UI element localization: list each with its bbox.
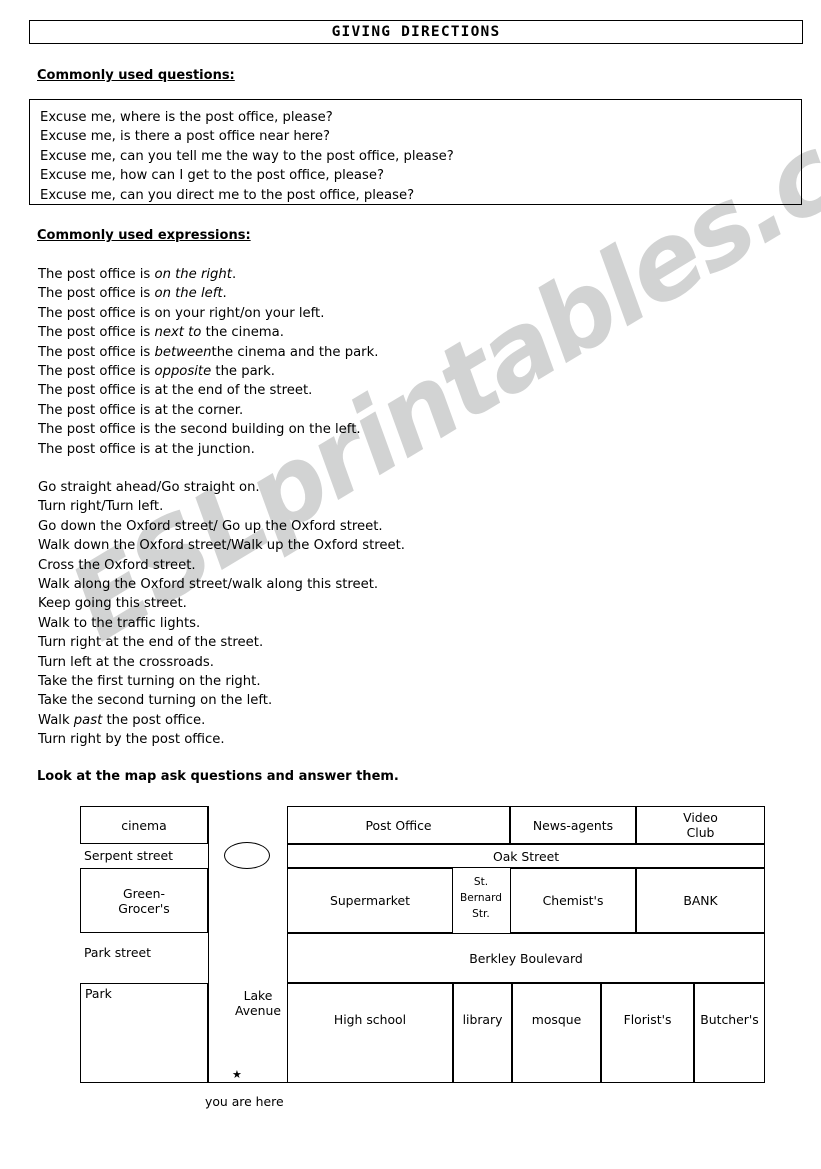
expression-line: Turn right/Turn left. xyxy=(38,499,164,515)
page-title: GIVING DIRECTIONS xyxy=(331,24,501,40)
map-street-park-street: Park street xyxy=(84,945,151,960)
map-label: News-agents xyxy=(532,817,614,833)
map-label: High school xyxy=(333,1011,407,1027)
map-building-park: Park xyxy=(80,983,208,1083)
page-title-bar: GIVING DIRECTIONS xyxy=(29,20,803,44)
map-instruction: Look at the map ask questions and answer… xyxy=(37,769,399,784)
expression-line: The post office is on the right. xyxy=(38,267,237,282)
worksheet-page: ESLprintables.com GIVING DIRECTIONS Comm… xyxy=(0,0,821,1169)
map-label: Video Club xyxy=(683,810,718,840)
map-building-post-office: Post Office xyxy=(287,806,510,844)
question-line: Excuse me, can you direct me to the post… xyxy=(40,187,415,203)
you-are-here-star-icon: ★ xyxy=(232,1068,242,1081)
expression-line: The post office is next to the cinema. xyxy=(38,325,284,341)
map-divider-horizontal xyxy=(287,933,765,934)
map-label: Green- Grocer's xyxy=(118,885,170,916)
expression-line: Turn right by the post office. xyxy=(38,732,225,748)
map-street-serpent-street: Serpent street xyxy=(84,848,173,863)
expression-line: The post office is on your right/on your… xyxy=(38,305,325,321)
expression-line: Keep going this street. xyxy=(38,596,187,612)
expression-line: The post office is at the end of the str… xyxy=(38,383,313,399)
map-building-butchers: Butcher's xyxy=(694,983,765,1083)
expression-line: Walk down the Oxford street/Walk up the … xyxy=(38,538,405,554)
map-label: Chemist's xyxy=(542,893,604,908)
map-label: Florist's xyxy=(623,1011,672,1027)
map-building-library: library xyxy=(453,983,512,1083)
question-line: Excuse me, where is the post office, ple… xyxy=(40,110,333,125)
expression-line: The post office is at the junction. xyxy=(38,441,255,457)
expressions-section-heading: Commonly used expressions: xyxy=(37,228,251,243)
map-building-supermarket: Supermarket xyxy=(287,868,453,933)
map-label: St. Bernard Str. xyxy=(459,876,503,920)
map-divider-vertical xyxy=(208,806,209,1083)
expressions-location-list: The post office is on the right. The pos… xyxy=(38,265,378,459)
map-roundabout-icon xyxy=(224,842,270,869)
map-building-video-club: Video Club xyxy=(636,806,765,844)
map-street-st-bernard-str: St. Bernard Str. xyxy=(455,873,507,921)
expression-line: Walk past the post office. xyxy=(38,712,206,728)
questions-section-heading: Commonly used questions: xyxy=(37,68,235,83)
map-label: Post Office xyxy=(365,817,432,833)
map-building-high-school: High school xyxy=(287,983,453,1083)
expression-line: Go down the Oxford street/ Go up the Oxf… xyxy=(38,518,383,534)
map-street-lake-avenue: Lake Avenue xyxy=(234,988,282,1018)
expression-line: The post office is betweenthe cinema and… xyxy=(38,344,379,360)
map-divider-horizontal xyxy=(287,844,765,845)
question-line: Excuse me, is there a post office near h… xyxy=(40,129,331,145)
map-label: Supermarket xyxy=(329,893,411,908)
expression-line: Go straight ahead/Go straight on. xyxy=(38,480,260,495)
question-line: Excuse me, can you tell me the way to th… xyxy=(40,148,454,164)
expression-line: Walk along the Oxford street/walk along … xyxy=(38,577,379,593)
map-label: Oak Street xyxy=(492,848,560,864)
map-street-berkley-boulevard-band: Berkley Boulevard xyxy=(287,933,765,983)
expression-line: Turn left at the crossroads. xyxy=(38,654,214,670)
map-label: library xyxy=(462,1011,503,1027)
expression-line: Turn right at the end of the street. xyxy=(38,635,264,651)
map-building-bank: BANK xyxy=(636,868,765,933)
town-map: cinema Serpent street Green- Grocer's Par… xyxy=(80,806,765,1084)
expressions-movement-list: Go straight ahead/Go straight on. Turn r… xyxy=(38,478,405,750)
expression-line: The post office is the second building o… xyxy=(38,422,361,438)
question-line: Excuse me, how can I get to the post off… xyxy=(40,168,384,184)
map-building-florists: Florist's xyxy=(601,983,694,1083)
map-building-mosque: mosque xyxy=(512,983,601,1083)
expression-line: Walk to the traffic lights. xyxy=(38,615,201,631)
you-are-here-label: you are here xyxy=(205,1094,284,1109)
expression-line: The post office is at the corner. xyxy=(38,402,244,418)
map-label: Butcher's xyxy=(700,1011,759,1027)
map-outer-bottom-border xyxy=(80,1082,765,1084)
map-label: Berkley Boulevard xyxy=(469,950,583,966)
expression-line: The post office is on the left. xyxy=(38,286,227,302)
expression-line: Take the second turning on the left. xyxy=(38,693,273,709)
expression-line: The post office is opposite the park. xyxy=(38,364,275,380)
map-building-cinema: cinema xyxy=(80,806,208,844)
questions-box: Excuse me, where is the post office, ple… xyxy=(29,99,802,205)
map-label: Park xyxy=(85,986,112,1001)
map-street-oak-street-band: Oak Street xyxy=(287,844,765,868)
expression-line: Take the first turning on the right. xyxy=(38,674,261,690)
map-building-news-agents: News-agents xyxy=(510,806,636,844)
map-label: mosque xyxy=(531,1011,582,1027)
map-label: cinema xyxy=(121,817,167,833)
expression-line: Cross the Oxford street. xyxy=(38,557,196,573)
map-building-green-grocers: Green- Grocer's xyxy=(80,868,208,933)
map-building-chemists: Chemist's xyxy=(510,868,636,933)
map-label: BANK xyxy=(683,893,718,908)
